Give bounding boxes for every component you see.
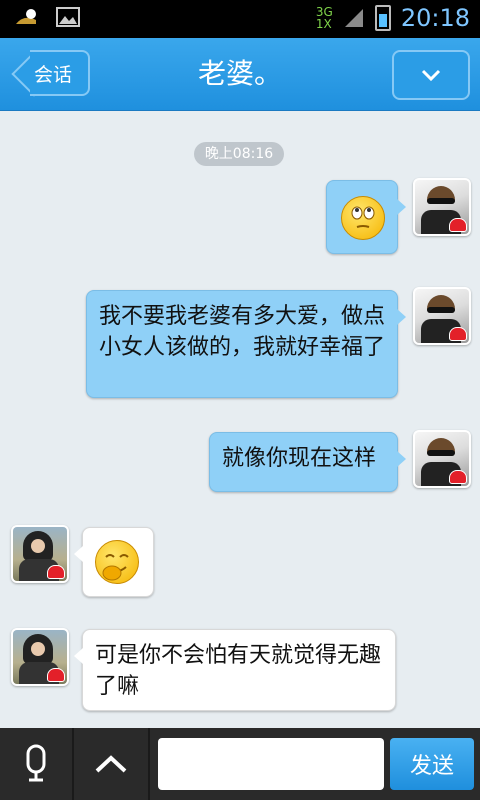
microphone-icon: [26, 744, 46, 782]
back-button-label: 会话: [33, 63, 72, 86]
divider: [148, 728, 150, 800]
image-notification-icon: [56, 7, 80, 27]
heart-badge-icon: [47, 565, 65, 579]
timestamp: 晚上08:16: [194, 142, 284, 166]
message-text: 我不要我老婆有多大爱，做点小女人该做的，我就好幸福了: [99, 304, 386, 360]
heart-badge-icon: [47, 668, 65, 682]
clock: 20:18: [400, 4, 470, 32]
battery-icon: [374, 5, 391, 31]
heart-badge-icon: [449, 218, 467, 232]
voice-input-button[interactable]: [0, 728, 72, 800]
back-to-conversations-button[interactable]: 会话: [8, 50, 90, 96]
heart-badge-icon: [449, 327, 467, 341]
chevron-down-icon: [421, 69, 441, 82]
message-bubble-outgoing[interactable]: [326, 180, 406, 254]
message-text: 可是你不会怕有天就觉得无趣了嘛: [95, 643, 382, 699]
chat-header: 老婆。 会话: [0, 38, 480, 111]
message-bubble-incoming[interactable]: [74, 527, 154, 597]
chevron-up-icon: [95, 755, 127, 773]
message-bubble-outgoing[interactable]: 就像你现在这样: [209, 432, 406, 492]
status-bar: 3G 1X 20:18: [0, 0, 480, 38]
message-bubble-incoming[interactable]: 可是你不会怕有天就觉得无趣了嘛: [74, 629, 396, 711]
my-avatar[interactable]: [413, 178, 471, 236]
contact-avatar[interactable]: [11, 525, 69, 583]
rolling-eyes-emoji-icon: [341, 196, 385, 240]
expand-panel-button[interactable]: [74, 728, 148, 800]
input-bar: 发送: [0, 728, 480, 800]
network-indicator: 3G 1X: [315, 5, 333, 31]
my-avatar[interactable]: [413, 287, 471, 345]
message-text: 就像你现在这样: [222, 446, 377, 471]
heart-badge-icon: [449, 470, 467, 484]
contact-avatar[interactable]: [11, 628, 69, 686]
shy-smile-emoji-icon: [95, 540, 139, 584]
my-avatar[interactable]: [413, 430, 471, 488]
chat-menu-button[interactable]: [392, 50, 470, 100]
message-input[interactable]: [158, 738, 384, 790]
app-notification-icon: [16, 9, 36, 24]
message-bubble-outgoing[interactable]: 我不要我老婆有多大爱，做点小女人该做的，我就好幸福了: [86, 290, 406, 398]
send-button[interactable]: 发送: [390, 738, 474, 790]
signal-icon: [344, 9, 363, 27]
